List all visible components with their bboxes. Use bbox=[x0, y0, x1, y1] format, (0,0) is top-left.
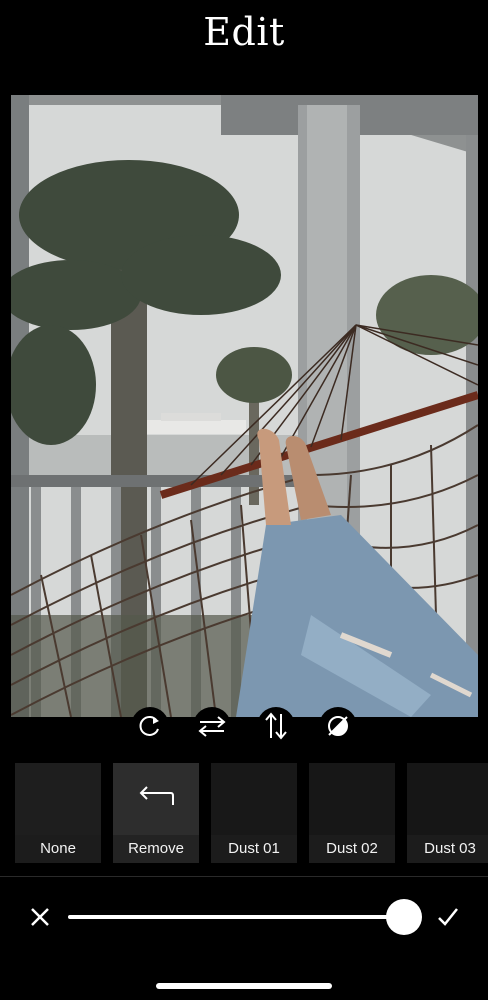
home-indicator bbox=[156, 983, 332, 989]
intensity-slider-thumb[interactable] bbox=[386, 899, 422, 935]
preset-label: None bbox=[40, 840, 76, 857]
invert-button[interactable] bbox=[319, 707, 357, 745]
edit-screen: Edit None Remove Dust 01 Dust 02 Dust 03 bbox=[0, 0, 488, 1000]
intensity-slider-track[interactable] bbox=[68, 915, 404, 919]
confirm-button[interactable] bbox=[434, 903, 462, 931]
flip-vertical-icon bbox=[265, 712, 287, 740]
preset-thumbnail bbox=[113, 763, 199, 835]
preset-thumbnail bbox=[211, 763, 297, 835]
page-title: Edit bbox=[203, 10, 285, 54]
preset-none[interactable]: None bbox=[15, 763, 101, 863]
preset-strip: None Remove Dust 01 Dust 02 Dust 03 bbox=[15, 763, 488, 863]
rotate-button[interactable] bbox=[131, 707, 169, 745]
preset-thumbnail bbox=[15, 763, 101, 835]
preset-label: Dust 02 bbox=[326, 840, 378, 857]
preset-thumbnail bbox=[407, 763, 488, 835]
bottom-bar bbox=[0, 893, 488, 941]
flip-vertical-button[interactable] bbox=[257, 707, 295, 745]
rotate-icon bbox=[139, 716, 159, 736]
preset-dust-03[interactable]: Dust 03 bbox=[407, 763, 488, 863]
close-icon bbox=[31, 908, 49, 926]
divider bbox=[0, 876, 488, 877]
preset-dust-02[interactable]: Dust 02 bbox=[309, 763, 395, 863]
undo-arrow-icon bbox=[139, 786, 174, 805]
preset-dust-01[interactable]: Dust 01 bbox=[211, 763, 297, 863]
preset-label: Remove bbox=[128, 840, 184, 857]
photo-preview[interactable] bbox=[11, 95, 478, 717]
preset-label: Dust 01 bbox=[228, 840, 280, 857]
invert-icon bbox=[328, 716, 348, 736]
preset-remove[interactable]: Remove bbox=[113, 763, 199, 863]
flip-horizontal-icon bbox=[198, 716, 226, 737]
checkmark-icon bbox=[438, 908, 458, 926]
flip-horizontal-button[interactable] bbox=[193, 707, 231, 745]
preset-thumbnail bbox=[309, 763, 395, 835]
preset-label: Dust 03 bbox=[424, 840, 476, 857]
cancel-button[interactable] bbox=[26, 903, 54, 931]
tool-row bbox=[0, 707, 488, 745]
